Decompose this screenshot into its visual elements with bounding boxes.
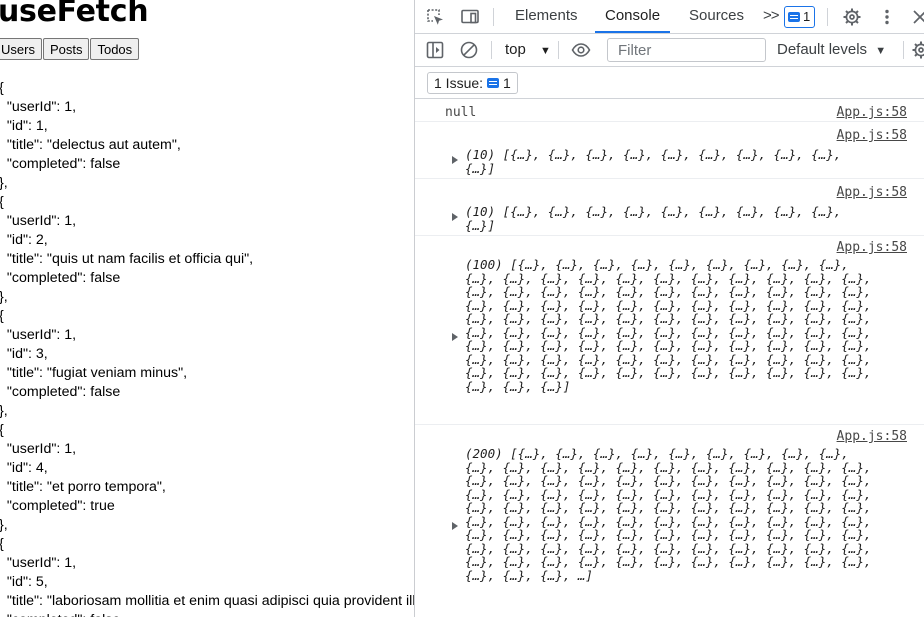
tab-sources[interactable]: Sources — [689, 0, 744, 33]
source-link[interactable]: App.js:58 — [837, 240, 907, 255]
dropdown-arrow-icon: ▼ — [540, 45, 551, 57]
console-entry: App.js:58 (10) [{…}, {…}, {…}, {…}, {…},… — [415, 122, 924, 179]
log-message[interactable]: (100) [{…}, {…}, {…}, {…}, {…}, {…}, {…}… — [465, 258, 871, 393]
issues-count: 1 — [503, 75, 511, 91]
app-page: useFetch Users Posts Todos { "userId": 1… — [0, 0, 414, 617]
messages-count: 1 — [803, 9, 811, 24]
message-icon — [788, 12, 800, 22]
tabbar-separator-2 — [827, 8, 828, 26]
console-entry: App.js:58 (100) [{…}, {…}, {…}, {…}, {…}… — [415, 236, 924, 425]
issues-label: 1 Issue: — [434, 75, 484, 91]
tabbar-separator — [493, 8, 494, 26]
log-message[interactable]: (200) [{…}, {…}, {…}, {…}, {…}, {…}, {…}… — [465, 447, 871, 582]
log-levels-dropdown[interactable]: Default levels ▼ — [777, 34, 886, 67]
fetch-buttons: Users Posts Todos — [0, 38, 140, 60]
tab-console[interactable]: Console — [594, 0, 671, 33]
log-message[interactable]: (10) [{…}, {…}, {…}, {…}, {…}, {…}, {…},… — [465, 148, 841, 175]
devtools-panel: Elements Console Sources >> 1 top ▼ Filt… — [414, 0, 924, 617]
levels-arrow-icon: ▼ — [875, 45, 887, 57]
console-log: null App.js:58 App.js:58 (10) [{…}, {…},… — [415, 99, 924, 617]
page-title: useFetch — [0, 0, 149, 29]
expand-arrow-icon[interactable] — [452, 213, 458, 221]
source-link[interactable]: App.js:58 — [837, 128, 907, 143]
console-entry: App.js:58 (10) [{…}, {…}, {…}, {…}, {…},… — [415, 179, 924, 236]
more-options-icon[interactable] — [877, 7, 897, 27]
json-output: { "userId": 1, "id": 1, "title": "delect… — [0, 80, 414, 617]
toolbar-separator-2 — [558, 41, 559, 59]
devtools-tab-bar: Elements Console Sources >> 1 — [415, 0, 924, 34]
expand-arrow-icon[interactable] — [452, 522, 458, 530]
toolbar-separator-3 — [903, 41, 904, 59]
todos-button[interactable]: Todos — [90, 38, 140, 60]
toolbar-separator — [491, 41, 492, 59]
source-link[interactable]: App.js:58 — [837, 429, 907, 444]
console-entry: App.js:58 (200) [{…}, {…}, {…}, {…}, {…}… — [415, 425, 924, 617]
issue-message-icon — [487, 78, 500, 88]
log-message: null — [445, 105, 477, 120]
messages-badge[interactable]: 1 — [784, 6, 816, 28]
device-toolbar-icon[interactable] — [460, 7, 480, 27]
users-button[interactable]: Users — [0, 38, 42, 60]
more-tabs-button[interactable]: >> — [763, 0, 780, 33]
expand-arrow-icon[interactable] — [452, 333, 458, 341]
issues-bar: 1 Issue: 1 — [415, 67, 924, 99]
inspect-element-icon[interactable] — [425, 7, 445, 27]
close-icon[interactable] — [910, 7, 924, 27]
source-link[interactable]: App.js:58 — [837, 185, 907, 200]
log-message[interactable]: (10) [{…}, {…}, {…}, {…}, {…}, {…}, {…},… — [465, 205, 841, 232]
sidebar-toggle-icon[interactable] — [425, 40, 445, 60]
source-link[interactable]: App.js:58 — [837, 105, 907, 120]
console-settings-gear-icon[interactable] — [911, 40, 924, 60]
console-entry: null App.js:58 — [415, 99, 924, 122]
context-label: top — [505, 41, 526, 58]
live-expression-eye-icon[interactable] — [571, 40, 591, 60]
console-toolbar: top ▼ Filter Default levels ▼ — [415, 34, 924, 67]
levels-label: Default levels — [777, 41, 868, 58]
expand-arrow-icon[interactable] — [452, 156, 458, 164]
tab-elements[interactable]: Elements — [515, 0, 578, 33]
issues-button[interactable]: 1 Issue: 1 — [427, 72, 518, 94]
clear-console-icon[interactable] — [459, 40, 479, 60]
posts-button[interactable]: Posts — [42, 38, 90, 60]
context-selector[interactable]: top ▼ — [505, 34, 551, 67]
filter-input[interactable]: Filter — [607, 38, 766, 62]
settings-gear-icon[interactable] — [842, 7, 862, 27]
